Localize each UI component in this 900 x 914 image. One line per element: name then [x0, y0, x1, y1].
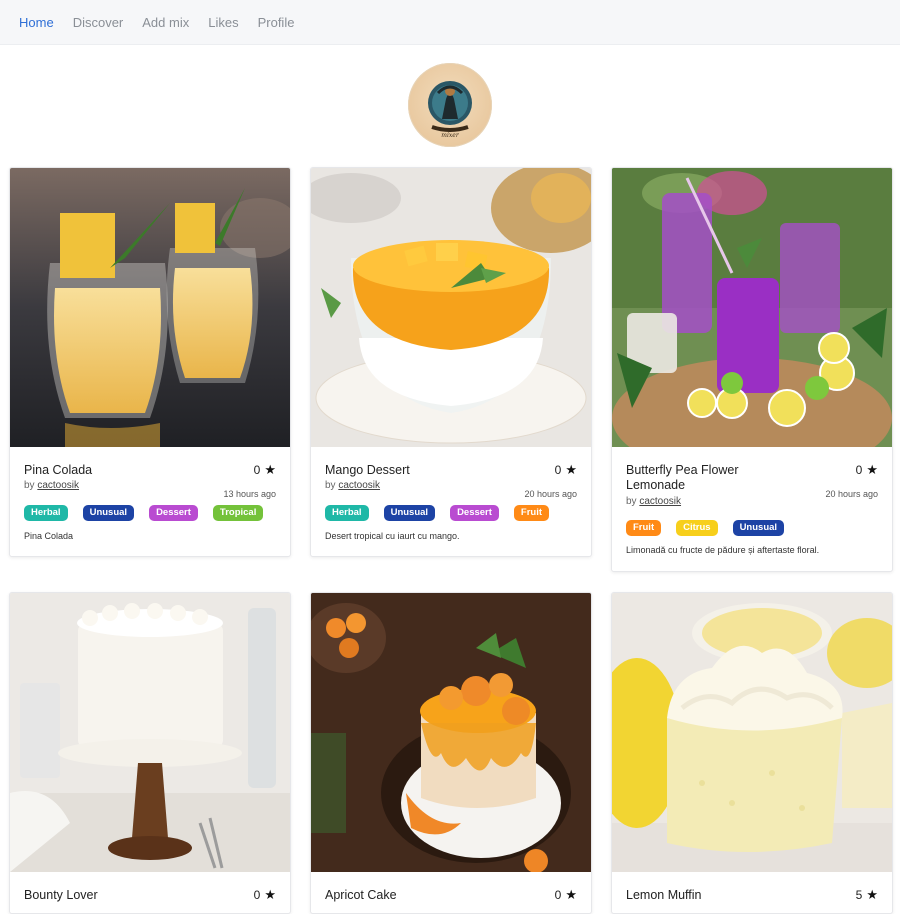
recipe-card-pina-colada[interactable]: Pina Colada 0 ★ by cactoosik 13 hours ago… — [9, 167, 291, 557]
tag-unusual[interactable]: Unusual — [383, 505, 436, 521]
recipe-image-bounty-lover[interactable] — [10, 593, 290, 872]
card-author: by cactoosik — [626, 496, 682, 507]
recipe-card-mango-dessert[interactable]: Mango Dessert 0 ★ by cactoosik 20 hours a… — [310, 167, 592, 557]
like-count[interactable]: 0 ★ — [856, 463, 878, 477]
tag-herbal[interactable]: Herbal — [325, 505, 369, 521]
tag-list: Fruit Citrus Unusual — [626, 520, 785, 536]
author-link[interactable]: cactoosik — [37, 480, 79, 491]
card-author: by cactoosik — [24, 480, 80, 491]
tag-fruit[interactable]: Fruit — [513, 505, 550, 521]
tag-unusual[interactable]: Unusual — [82, 505, 135, 521]
brand-logo-icon[interactable]: mixer — [408, 63, 492, 147]
card-title[interactable]: Pina Colada — [24, 463, 224, 478]
card-author: by cactoosik — [325, 480, 381, 491]
like-count[interactable]: 0 ★ — [254, 463, 276, 477]
svg-text:mixer: mixer — [441, 132, 460, 139]
tag-herbal[interactable]: Herbal — [24, 505, 68, 521]
nav-discover[interactable]: Discover — [73, 15, 124, 30]
tag-dessert[interactable]: Dessert — [149, 505, 198, 521]
card-timestamp: 20 hours ago — [524, 489, 577, 499]
recipe-card-bounty-lover[interactable]: Bounty Lover 0 ★ — [9, 592, 291, 914]
recipe-card-apricot-cake[interactable]: Apricot Cake 0 ★ — [310, 592, 592, 914]
tag-dessert[interactable]: Dessert — [450, 505, 499, 521]
tag-fruit[interactable]: Fruit — [626, 520, 662, 536]
recipe-card-butterfly-pea-lemonade[interactable]: Butterfly Pea Flower Lemonade 0 ★ by cact… — [611, 167, 893, 572]
like-count[interactable]: 0 ★ — [555, 463, 577, 477]
recipe-image-butterfly-pea-lemonade[interactable] — [612, 168, 892, 447]
tag-list: Herbal Unusual Dessert Fruit — [325, 505, 550, 521]
recipe-card-lemon-muffin[interactable]: Lemon Muffin 5 ★ — [611, 592, 893, 914]
card-title[interactable]: Butterfly Pea Flower Lemonade — [626, 463, 786, 493]
star-icon[interactable]: ★ — [565, 888, 577, 901]
tag-tropical[interactable]: Tropical — [212, 505, 264, 521]
star-icon[interactable]: ★ — [264, 463, 276, 476]
nav-add-mix[interactable]: Add mix — [142, 15, 189, 30]
recipe-image-mango-dessert[interactable] — [311, 168, 591, 447]
nav-home[interactable]: Home — [19, 15, 54, 30]
card-description: Pina Colada — [24, 531, 74, 541]
top-nav: Home Discover Add mix Likes Profile — [0, 0, 900, 45]
card-timestamp: 13 hours ago — [223, 489, 276, 499]
tag-unusual[interactable]: Unusual — [732, 520, 785, 536]
card-description: Desert tropical cu iaurt cu mango. — [325, 531, 460, 541]
star-icon[interactable]: ★ — [565, 463, 577, 476]
card-title[interactable]: Mango Dessert — [325, 463, 525, 478]
star-icon[interactable]: ★ — [866, 888, 878, 901]
card-timestamp: 20 hours ago — [825, 489, 878, 499]
recipe-image-pina-colada[interactable] — [10, 168, 290, 447]
card-description: Limonadă cu fructe de pădure și aftertas… — [626, 545, 820, 555]
tag-list: Herbal Unusual Dessert Tropical — [24, 505, 264, 521]
tag-citrus[interactable]: Citrus — [676, 520, 718, 536]
recipe-image-lemon-muffin[interactable] — [612, 593, 892, 872]
card-title[interactable]: Bounty Lover — [24, 888, 224, 903]
card-title[interactable]: Lemon Muffin — [626, 888, 826, 903]
recipe-image-apricot-cake[interactable] — [311, 593, 591, 872]
nav-profile[interactable]: Profile — [258, 15, 295, 30]
star-icon[interactable]: ★ — [866, 463, 878, 476]
author-link[interactable]: cactoosik — [639, 496, 681, 507]
card-title[interactable]: Apricot Cake — [325, 888, 525, 903]
nav-likes[interactable]: Likes — [208, 15, 238, 30]
star-icon[interactable]: ★ — [264, 888, 276, 901]
author-link[interactable]: cactoosik — [338, 480, 380, 491]
